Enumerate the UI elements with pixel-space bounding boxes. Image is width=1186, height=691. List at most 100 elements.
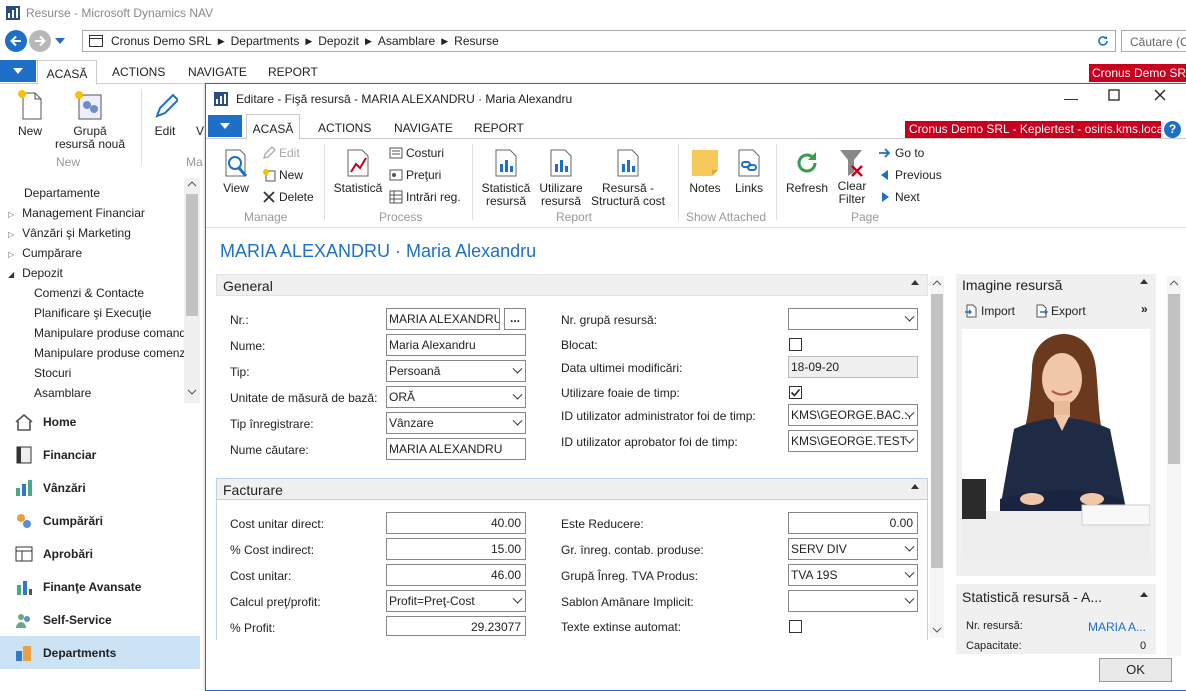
nav-item-depozit[interactable]: ◢ Depozit	[8, 266, 63, 280]
nav-self-service[interactable]: Self-Service	[0, 603, 200, 636]
tab-acasa[interactable]: ACASĂ	[246, 114, 300, 140]
profit-percent-input[interactable]: 29.23077	[386, 616, 526, 636]
use-timesheet-checkbox[interactable]	[789, 386, 802, 399]
collapse-caret-icon[interactable]	[1140, 592, 1148, 597]
links-button[interactable]: Links	[732, 148, 766, 195]
assist-edit-button[interactable]: ...	[504, 308, 526, 330]
dropdown-chevron-icon[interactable]	[904, 593, 915, 604]
expand-arrow-icon[interactable]: ▷	[8, 210, 14, 219]
nav-item-asamblare[interactable]: Asamblare	[34, 386, 91, 400]
new-resource-group-button[interactable]: Grupă resursă nouă	[52, 89, 128, 151]
collapse-caret-icon[interactable]	[911, 484, 919, 489]
statistica-resursa-button[interactable]: Statistică resursă	[478, 148, 534, 208]
price-profit-calc-select[interactable]: Profit=Preţ-Cost	[386, 590, 526, 612]
search-input[interactable]: Căutare (Ctrl+F3)	[1121, 30, 1186, 52]
tab-navigate[interactable]: NAVIGATE	[188, 65, 247, 79]
view-button[interactable]: View	[220, 148, 252, 195]
nav-item-management-financiar[interactable]: ▷ Management Financiar	[8, 206, 145, 220]
breadcrumb-item[interactable]: Cronus Demo SRL	[111, 34, 212, 48]
back-arrow-icon[interactable]	[5, 30, 27, 52]
notes-button[interactable]: Notes	[686, 148, 724, 195]
costuri-button[interactable]: Costuri	[389, 146, 444, 160]
dropdown-chevron-icon[interactable]	[512, 593, 523, 604]
nav-item-departamente[interactable]: Departamente	[24, 186, 100, 200]
more-chevron-icon[interactable]: »	[1141, 302, 1148, 316]
nav-item-manipulare-1[interactable]: Manipulare produse comand	[34, 326, 184, 340]
statistica-button[interactable]: Statistică	[332, 148, 384, 195]
dropdown-chevron-icon[interactable]	[512, 415, 523, 426]
breadcrumb-item[interactable]: Asamblare	[378, 34, 435, 48]
fasttab-general[interactable]: General	[216, 274, 928, 296]
factbox-image-header[interactable]: Imagine resursă	[956, 274, 1156, 296]
unit-cost-input[interactable]: 46.00	[386, 564, 526, 586]
preturi-button[interactable]: Preţuri	[389, 168, 441, 182]
minimize-icon[interactable]: —	[1064, 90, 1078, 106]
next-button[interactable]: Next	[878, 190, 920, 204]
nav-item-manipulare-2[interactable]: Manipulare produse comenz	[34, 346, 184, 360]
resource-group-select[interactable]	[788, 308, 918, 330]
maximize-icon[interactable]	[1108, 89, 1120, 101]
expand-arrow-icon[interactable]: ▷	[8, 230, 14, 239]
nav-home[interactable]: Home	[0, 405, 200, 438]
unit-of-measure-select[interactable]: ORĂ	[386, 386, 526, 408]
refresh-icon[interactable]	[1097, 35, 1109, 47]
tab-actions[interactable]: ACTIONS	[112, 65, 165, 79]
app-menu-button[interactable]	[0, 60, 36, 82]
dropdown-chevron-icon[interactable]	[512, 363, 523, 374]
nav-departments[interactable]: Departments	[0, 636, 200, 669]
forward-arrow-icon[interactable]	[29, 30, 51, 52]
breadcrumb-item[interactable]: Departments	[231, 34, 300, 48]
nav-financiar[interactable]: Financiar	[0, 438, 200, 471]
nav-scrollbar[interactable]	[184, 178, 200, 403]
dropdown-chevron-icon[interactable]	[904, 567, 915, 578]
delete-button[interactable]: Delete	[262, 190, 314, 204]
edit-button[interactable]: Edit	[148, 89, 182, 138]
nav-item-vanzari-marketing[interactable]: ▷ Vânzări şi Marketing	[8, 226, 131, 240]
import-button[interactable]: Import	[964, 304, 1015, 318]
resource-number-link[interactable]: MARIA A...	[1088, 620, 1146, 634]
nav-cumparari[interactable]: Cumpărări	[0, 504, 200, 537]
tab-actions[interactable]: ACTIONS	[318, 121, 371, 135]
nav-finante-avansate[interactable]: Finanţe Avansate	[0, 570, 200, 603]
dropdown-chevron-icon[interactable]	[904, 311, 915, 322]
export-button[interactable]: Export	[1034, 304, 1086, 318]
indirect-cost-input[interactable]: 15.00	[386, 538, 526, 560]
collapse-caret-icon[interactable]	[1140, 279, 1148, 284]
factbox-statistics-header[interactable]: Statistică resursă - A...	[956, 584, 1156, 610]
expand-arrow-icon[interactable]: ▷	[8, 250, 14, 259]
gen-prod-posting-select[interactable]: SERV DIV	[788, 538, 918, 560]
help-icon[interactable]: ?	[1164, 121, 1181, 138]
tab-acasa[interactable]: ACASĂ	[37, 60, 97, 85]
edit-button[interactable]: Edit	[262, 146, 300, 160]
timesheet-approver-select[interactable]: KMS\GEORGE.TEST	[788, 430, 918, 452]
resursa-structura-cost-button[interactable]: Resursă - Structură cost	[588, 148, 668, 208]
deferral-template-select[interactable]	[788, 590, 918, 612]
content-scrollbar-thumb[interactable]	[931, 294, 943, 568]
breadcrumb-item[interactable]: Resurse	[454, 34, 499, 48]
tip-inregistrare-select[interactable]: Vânzare	[386, 412, 526, 434]
new-button[interactable]: New	[262, 168, 303, 182]
direct-unit-cost-input[interactable]: 40.00	[386, 512, 526, 534]
nav-item-planificare[interactable]: Planificare şi Execuţie	[34, 306, 151, 320]
auto-ext-texts-checkbox[interactable]	[789, 620, 802, 633]
intrari-reg-button[interactable]: Intrări reg.	[389, 190, 461, 204]
tab-report[interactable]: REPORT	[268, 65, 318, 79]
close-icon[interactable]	[1154, 89, 1166, 101]
breadcrumb-item[interactable]: Depozit	[318, 34, 359, 48]
collapse-arrow-icon[interactable]: ◢	[8, 270, 14, 279]
tip-select[interactable]: Persoană	[386, 360, 526, 382]
nav-item-stocuri[interactable]: Stocuri	[34, 366, 71, 380]
new-button[interactable]: New	[10, 89, 50, 138]
dialog-menu-button[interactable]	[208, 115, 242, 137]
search-name-input[interactable]: MARIA ALEXANDRU	[386, 438, 526, 460]
dropdown-chevron-icon[interactable]	[904, 541, 915, 552]
timesheet-owner-select[interactable]: KMS\GEORGE.BAC...	[788, 404, 918, 426]
history-dropdown-icon[interactable]	[55, 37, 65, 45]
factbox-scrollbar-thumb[interactable]	[1168, 294, 1180, 464]
discount-input[interactable]: 0.00	[788, 512, 918, 534]
vat-prod-posting-select[interactable]: TVA 19S	[788, 564, 918, 586]
clear-filter-button[interactable]: Clear Filter	[832, 148, 872, 206]
fasttab-facturare[interactable]: Facturare	[216, 478, 928, 500]
utilizare-resursa-button[interactable]: Utilizare resursă	[536, 148, 586, 208]
ok-button[interactable]: OK	[1099, 658, 1172, 682]
